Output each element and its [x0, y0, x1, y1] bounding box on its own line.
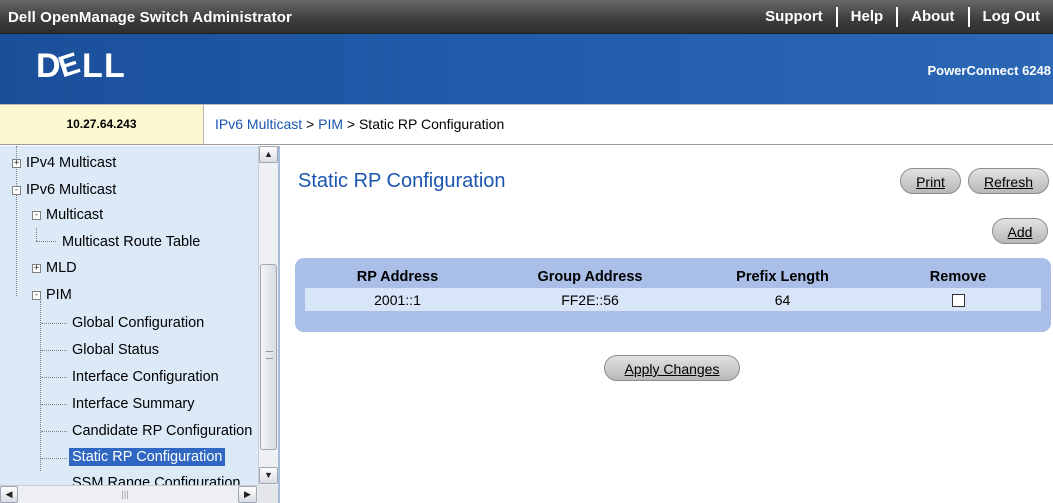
prefix-length-cell: 64 [690, 288, 875, 311]
static-rp-table: RP Address Group Address Prefix Length R… [305, 266, 1041, 311]
table-row: 2001::1 FF2E::56 64 [305, 288, 1041, 311]
tree-connector [41, 458, 67, 459]
tree-item-global-configuration[interactable]: Global Configuration [72, 315, 204, 331]
location-bar: 10.27.64.243 IPv6 Multicast > PIM > Stat… [0, 104, 1053, 145]
tree-vertical-scrollbar[interactable]: ▲ ▼ [258, 146, 278, 485]
nav-tree: + - - + - IPv4 Multicast IPv6 Multicast … [0, 146, 258, 485]
scroll-down-arrow-icon[interactable]: ▼ [259, 467, 278, 484]
group-address-cell: FF2E::56 [490, 288, 690, 311]
rp-table-frame: RP Address Group Address Prefix Length R… [295, 258, 1051, 332]
tree-item-ipv6-multicast[interactable]: IPv6 Multicast [26, 182, 116, 198]
tree-collapse-icon[interactable]: - [12, 186, 21, 195]
tree-connector [40, 301, 41, 471]
top-nav: Support Help About Log Out [752, 0, 1053, 34]
page-title: Static RP Configuration [298, 170, 506, 192]
product-name: PowerConnect 6248 [927, 63, 1051, 78]
scroll-left-arrow-icon[interactable]: ◀ [0, 486, 18, 503]
column-header-remove: Remove [929, 269, 987, 285]
about-link[interactable]: About [896, 7, 967, 27]
svg-text:L: L [82, 48, 103, 82]
tree-expand-icon[interactable]: + [12, 159, 21, 168]
scrollbar-grip-icon: ||| [121, 489, 129, 499]
rp-address-cell: 2001::1 [305, 288, 490, 311]
tree-item-candidate-rp-configuration[interactable]: Candidate RP Configuration [72, 423, 252, 439]
scroll-right-arrow-icon[interactable]: ▶ [238, 486, 257, 503]
breadcrumb: IPv6 Multicast > PIM > Static RP Configu… [215, 105, 504, 143]
tree-connector [41, 431, 67, 432]
remove-cell [875, 288, 1041, 311]
tree-item-mld[interactable]: MLD [46, 260, 77, 276]
tree-connector [36, 241, 56, 242]
breadcrumb-separator: > [346, 116, 356, 132]
tree-item-ssm-range-configuration[interactable]: SSM Range Configuration [72, 475, 240, 485]
breadcrumb-ipv6-multicast[interactable]: IPv6 Multicast [215, 116, 302, 132]
dell-logo: D E L L [36, 47, 132, 85]
tree-connector [41, 404, 67, 405]
table-header-row: RP Address Group Address Prefix Length R… [305, 266, 1041, 288]
column-header-prefix-length: Prefix Length [736, 269, 829, 285]
apply-changes-button[interactable]: Apply Changes [604, 355, 740, 381]
print-button[interactable]: Print [900, 168, 961, 194]
scrollbar-thumb[interactable] [260, 264, 277, 450]
add-button[interactable]: Add [992, 218, 1048, 244]
tree-collapse-icon[interactable]: - [32, 211, 41, 220]
breadcrumb-separator: > [306, 116, 315, 132]
tree-item-multicast[interactable]: Multicast [46, 207, 103, 223]
breadcrumb-current: Static RP Configuration [358, 116, 505, 132]
tree-item-pim[interactable]: PIM [46, 287, 72, 303]
tree-connector [41, 377, 67, 378]
tree-item-interface-configuration[interactable]: Interface Configuration [72, 369, 219, 385]
refresh-button[interactable]: Refresh [968, 168, 1049, 194]
column-header-group-address: Group Address [537, 269, 643, 285]
help-link[interactable]: Help [835, 7, 897, 27]
support-link[interactable]: Support [752, 0, 836, 34]
tree-item-ipv4-multicast[interactable]: IPv4 Multicast [26, 155, 116, 171]
scrollbar-grip-icon [266, 351, 273, 359]
tree-connector [41, 350, 67, 351]
tree-item-multicast-route-table[interactable]: Multicast Route Table [62, 234, 200, 250]
tree-horizontal-scrollbar[interactable]: ◀ ||| ▶ [0, 485, 258, 503]
breadcrumb-pim[interactable]: PIM [318, 116, 343, 132]
top-bar: Dell OpenManage Switch Administrator Sup… [0, 0, 1053, 34]
tree-collapse-icon[interactable]: - [32, 291, 41, 300]
tree-item-global-status[interactable]: Global Status [72, 342, 159, 358]
banner: D E L L PowerConnect 6248 [0, 34, 1053, 104]
tree-item-interface-summary[interactable]: Interface Summary [72, 396, 195, 412]
app-title: Dell OpenManage Switch Administrator [8, 9, 292, 26]
main-content: Static RP Configuration Print Refresh Ad… [282, 146, 1053, 503]
tree-expand-icon[interactable]: + [32, 264, 41, 273]
remove-checkbox[interactable] [951, 294, 965, 308]
tree-item-static-rp-configuration[interactable]: Static RP Configuration [69, 448, 226, 466]
logout-link[interactable]: Log Out [967, 7, 1053, 27]
tree-connector [16, 146, 17, 296]
ip-address: 10.27.64.243 [0, 105, 204, 144]
svg-text:L: L [104, 48, 125, 82]
tree-connector [41, 323, 67, 324]
scroll-up-arrow-icon[interactable]: ▲ [259, 146, 278, 163]
column-header-rp-address: RP Address [356, 269, 439, 285]
tree-connector [36, 228, 37, 241]
scrollbar-corner [258, 485, 278, 503]
nav-tree-panel: + - - + - IPv4 Multicast IPv6 Multicast … [0, 146, 280, 503]
